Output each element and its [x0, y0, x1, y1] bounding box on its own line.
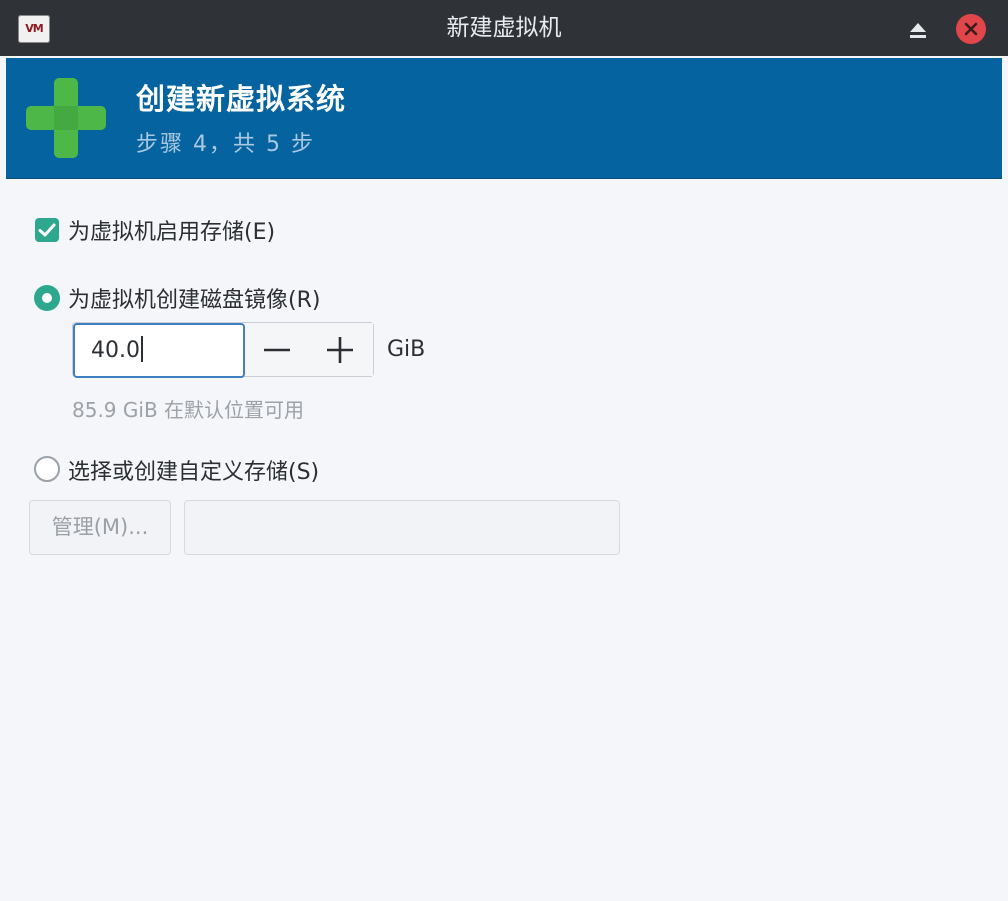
eject-icon[interactable] [904, 16, 932, 44]
enable-storage-checkbox[interactable] [35, 218, 59, 242]
custom-storage-radio[interactable] [34, 456, 60, 482]
new-vm-window: VM 新建虚拟机 创建新虚拟系统 步骤 4，共 5 步 为虚拟机启用存储(E) … [0, 0, 1008, 901]
increase-size-button[interactable] [309, 323, 373, 376]
decrease-size-button[interactable] [245, 323, 309, 376]
plus-small-icon [327, 337, 353, 363]
minus-icon [264, 348, 290, 352]
create-disk-radio[interactable] [34, 285, 60, 311]
checkmark-icon [38, 223, 56, 237]
disk-size-spinner: 40.0 [72, 322, 374, 378]
step-indicator: 步骤 4，共 5 步 [136, 132, 315, 157]
header-banner: 创建新虚拟系统 步骤 4，共 5 步 [6, 58, 1002, 179]
storage-panel: 为虚拟机启用存储(E) 为虚拟机创建磁盘镜像(R) 40.0 GiB 85.9 … [6, 180, 1002, 895]
available-space-hint: 85.9 GiB 在默认位置可用 [72, 398, 305, 422]
window-title: 新建虚拟机 [446, 15, 562, 41]
plus-icon [26, 78, 106, 158]
close-icon [964, 22, 978, 36]
enable-storage-label[interactable]: 为虚拟机启用存储(E) [68, 214, 275, 246]
title-bar[interactable]: VM 新建虚拟机 [0, 0, 1008, 56]
create-disk-label[interactable]: 为虚拟机创建磁盘镜像(R) [68, 282, 320, 314]
close-button[interactable] [956, 14, 986, 44]
custom-storage-label[interactable]: 选择或创建自定义存储(S) [68, 454, 319, 486]
manage-button[interactable]: 管理(M)... [29, 500, 171, 555]
custom-storage-path-input[interactable] [184, 500, 620, 555]
disk-size-input[interactable]: 40.0 [73, 323, 245, 378]
text-cursor [140, 336, 143, 362]
page-title: 创建新虚拟系统 [136, 82, 347, 116]
size-unit-label: GiB [387, 337, 426, 362]
